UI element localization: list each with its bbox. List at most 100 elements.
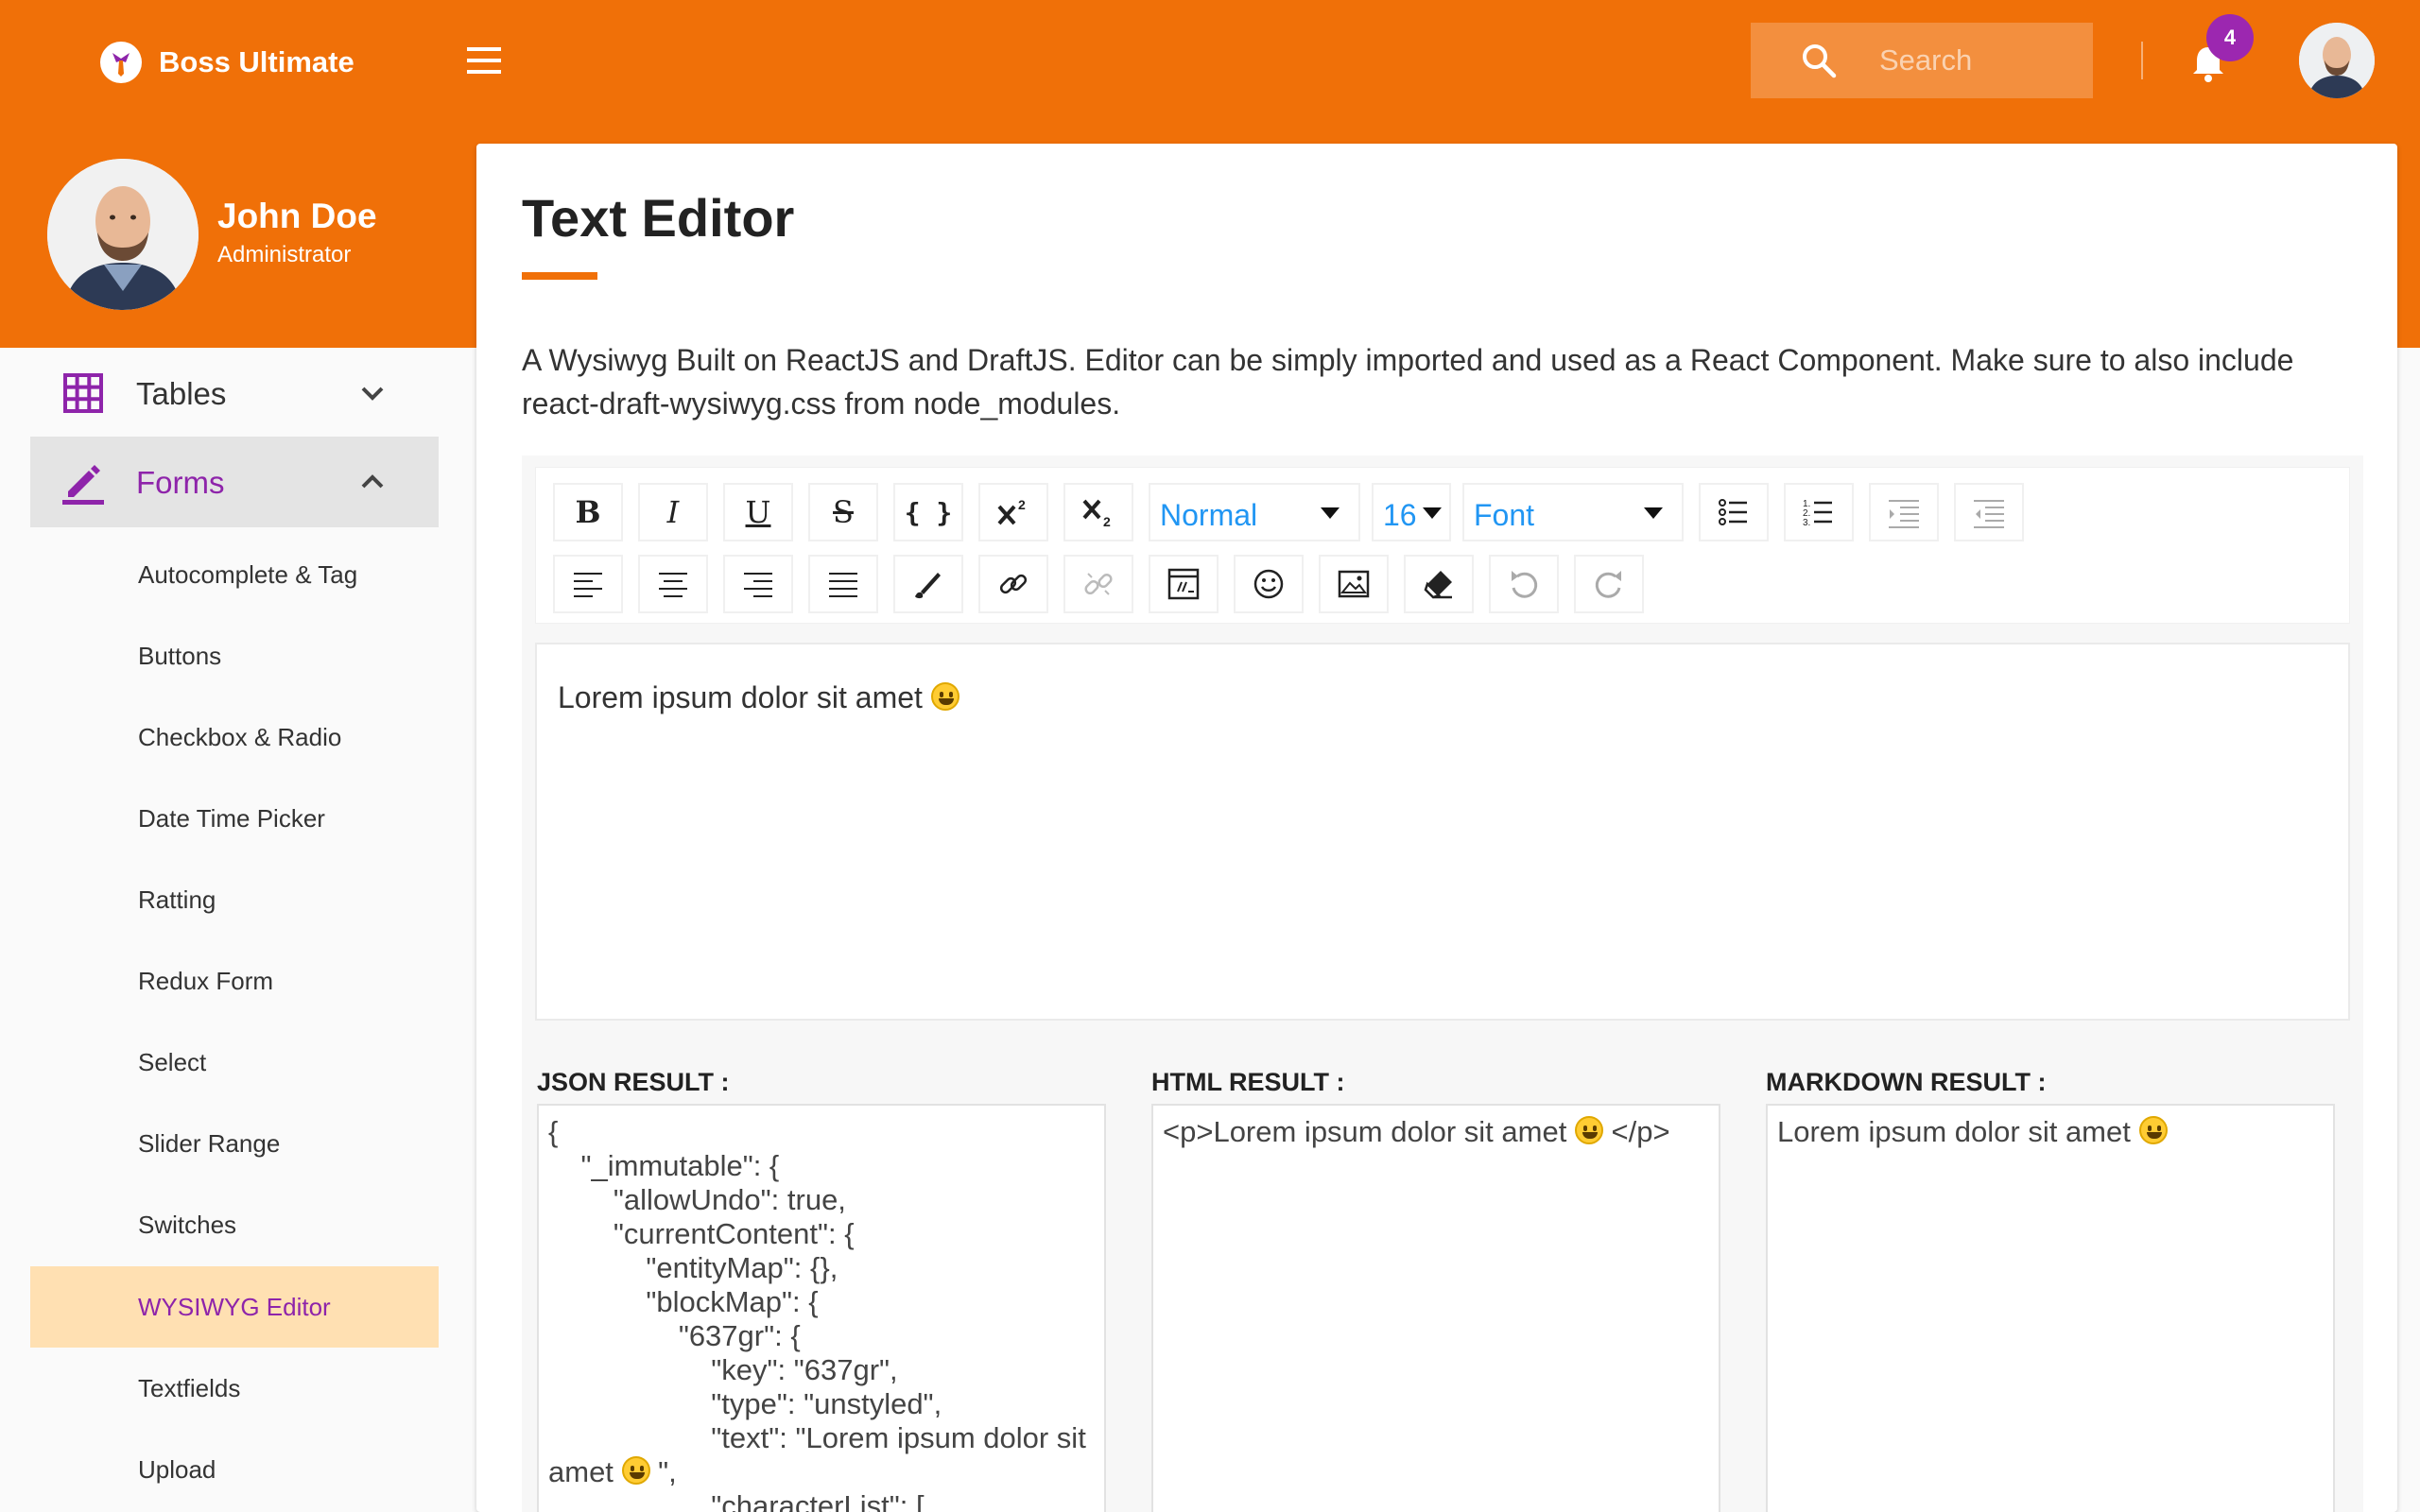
underline-icon: U bbox=[745, 494, 771, 530]
redo-icon bbox=[1595, 571, 1621, 598]
indent-icon bbox=[1889, 500, 1919, 528]
unlink-button[interactable] bbox=[1063, 555, 1133, 613]
sidebar-group-forms[interactable]: Forms bbox=[30, 437, 439, 527]
numbered-list-icon: 1.2.3. bbox=[1803, 499, 1832, 528]
code-button[interactable]: { } bbox=[893, 483, 963, 541]
superscript-icon: 2 bbox=[997, 497, 1026, 525]
sidebar-item-textfields[interactable]: Textfields bbox=[30, 1348, 439, 1429]
redo-button[interactable] bbox=[1574, 555, 1644, 613]
grinning-emoji-icon bbox=[1574, 1116, 1603, 1144]
page-description: A Wysiwyg Built on ReactJS and DraftJS. … bbox=[522, 343, 2294, 421]
wysiwyg-editor: B I U S { } 2 2 Normal 16 Font 1. 2. 3. … bbox=[522, 455, 2363, 1512]
editor-content-area[interactable]: Lorem ipsum dolor sit amet bbox=[535, 643, 2350, 1021]
strikethrough-button[interactable]: S bbox=[808, 483, 878, 541]
caret-down-icon bbox=[1644, 507, 1663, 519]
sidebar-item-label: Buttons bbox=[138, 642, 222, 670]
sidebar-item-redux-form[interactable]: Redux Form bbox=[30, 940, 439, 1022]
sidebar-item-switches[interactable]: Switches bbox=[30, 1184, 439, 1265]
sidebar-item-slider-range[interactable]: Slider Range bbox=[30, 1103, 439, 1184]
superscript-button[interactable]: 2 bbox=[978, 483, 1048, 541]
color-picker-button[interactable] bbox=[893, 555, 963, 613]
chevron-down-icon bbox=[361, 387, 384, 401]
font-size-dropdown[interactable]: 16 bbox=[1372, 483, 1451, 541]
profile-avatar[interactable] bbox=[47, 159, 199, 310]
profile-role: Administrator bbox=[217, 242, 352, 267]
sidebar-item-label: Date Time Picker bbox=[138, 804, 325, 833]
sidebar-item-label: Checkbox & Radio bbox=[138, 723, 342, 751]
embed-button[interactable] bbox=[1149, 555, 1219, 613]
align-right-icon bbox=[744, 573, 772, 597]
bullet-list-icon bbox=[1719, 499, 1747, 525]
ordered-list-button[interactable]: 1. 2. 3. bbox=[1784, 483, 1854, 541]
sidebar-item-wysiwyg-editor[interactable]: WYSIWYG Editor bbox=[30, 1266, 439, 1348]
smiley-icon bbox=[1253, 569, 1284, 599]
sidebar-item-ratting[interactable]: Ratting bbox=[30, 859, 439, 940]
block-type-value: Normal bbox=[1160, 498, 1258, 532]
grinning-emoji-icon bbox=[930, 682, 959, 711]
align-center-button[interactable] bbox=[638, 555, 708, 613]
sidebar-group-tables[interactable]: Tables bbox=[30, 348, 439, 438]
user-avatar[interactable] bbox=[2299, 23, 2375, 98]
brand[interactable]: Boss Ultimate bbox=[100, 42, 354, 83]
indent-button[interactable] bbox=[1869, 483, 1939, 541]
json-result-label: JSON RESULT : bbox=[537, 1068, 730, 1096]
font-family-dropdown[interactable]: Font bbox=[1462, 483, 1684, 541]
markdown-result-textarea[interactable]: Lorem ipsum dolor sit amet bbox=[1766, 1104, 2335, 1512]
svg-text:3.: 3. bbox=[1803, 518, 1810, 528]
svg-text:2: 2 bbox=[1103, 514, 1111, 529]
font-size-value: 16 bbox=[1383, 498, 1417, 532]
block-type-dropdown[interactable]: Normal bbox=[1149, 483, 1360, 541]
sidebar: Tables Forms Autocomplete & Tag Buttons … bbox=[0, 348, 463, 1512]
grid-icon bbox=[63, 373, 103, 413]
sidebar-item-buttons[interactable]: Buttons bbox=[30, 615, 439, 696]
sidebar-item-label: Switches bbox=[138, 1211, 237, 1239]
subscript-icon: 2 bbox=[1082, 499, 1111, 529]
unordered-list-button[interactable] bbox=[1699, 483, 1769, 541]
sidebar-item-label: Slider Range bbox=[138, 1129, 281, 1158]
undo-button[interactable] bbox=[1489, 555, 1559, 613]
image-icon bbox=[1338, 570, 1370, 598]
hamburger-icon bbox=[467, 47, 501, 74]
emoji-button[interactable] bbox=[1234, 555, 1304, 613]
align-right-button[interactable] bbox=[723, 555, 793, 613]
search-bar[interactable] bbox=[1751, 23, 2093, 98]
sidebar-item-upload[interactable]: Upload bbox=[30, 1429, 439, 1510]
outdent-button[interactable] bbox=[1954, 483, 2024, 541]
eraser-icon bbox=[1424, 571, 1452, 599]
sidebar-item-select[interactable]: Select bbox=[30, 1022, 439, 1103]
menu-toggle-button[interactable] bbox=[463, 43, 505, 77]
sidebar-item-label: Autocomplete & Tag bbox=[138, 560, 358, 589]
sidebar-item-label: Textfields bbox=[138, 1374, 241, 1402]
sidebar-item-checkbox-radio[interactable]: Checkbox & Radio bbox=[30, 696, 439, 778]
editor-toolbar: B I U S { } 2 2 Normal 16 Font 1. 2. 3. bbox=[535, 467, 2350, 624]
image-button[interactable] bbox=[1319, 555, 1389, 613]
search-input[interactable] bbox=[1879, 43, 2068, 77]
svg-text:2: 2 bbox=[1018, 497, 1026, 512]
align-left-button[interactable] bbox=[553, 555, 623, 613]
italic-button[interactable]: I bbox=[638, 483, 708, 541]
embed-icon bbox=[1167, 568, 1200, 600]
sidebar-item-date-time-picker[interactable]: Date Time Picker bbox=[30, 778, 439, 859]
sidebar-item-autocomplete-tag[interactable]: Autocomplete & Tag bbox=[30, 534, 439, 615]
bold-button[interactable]: B bbox=[553, 483, 623, 541]
title-underline bbox=[522, 272, 597, 280]
html-result-label: HTML RESULT : bbox=[1151, 1068, 1345, 1096]
align-justify-button[interactable] bbox=[808, 555, 878, 613]
chevron-up-icon bbox=[361, 474, 384, 489]
sidebar-item-label: WYSIWYG Editor bbox=[138, 1293, 331, 1321]
json-result-textarea[interactable]: { "_immutable": { "allowUndo": true, "cu… bbox=[537, 1104, 1106, 1512]
profile-name: John Doe bbox=[217, 197, 377, 235]
link-button[interactable] bbox=[978, 555, 1048, 613]
page-title: Text Editor bbox=[522, 188, 795, 248]
html-result-textarea[interactable]: <p>Lorem ipsum dolor sit amet </p> bbox=[1151, 1104, 1720, 1512]
pencil-icon bbox=[62, 465, 104, 505]
remove-formatting-button[interactable] bbox=[1404, 555, 1474, 613]
unlink-icon bbox=[1084, 573, 1113, 595]
outdent-icon bbox=[1974, 500, 2004, 528]
editor-paragraph[interactable]: Lorem ipsum dolor sit amet bbox=[558, 680, 959, 715]
bold-icon: B bbox=[575, 494, 601, 530]
subscript-button[interactable]: 2 bbox=[1063, 483, 1133, 541]
strikethrough-icon: S bbox=[833, 494, 854, 530]
content-card: Text Editor A Wysiwyg Built on ReactJS a… bbox=[476, 144, 2397, 1512]
underline-button[interactable]: U bbox=[723, 483, 793, 541]
